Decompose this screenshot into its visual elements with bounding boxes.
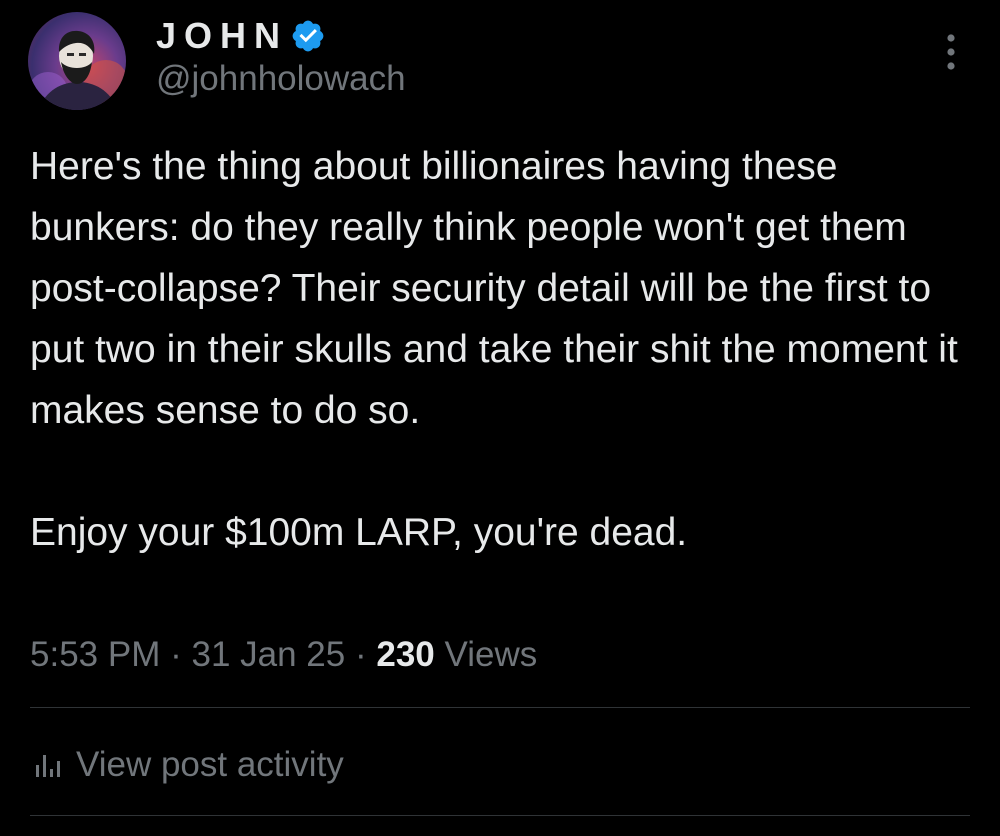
meta-separator: ·: [354, 635, 367, 674]
author-display-name[interactable]: JOHN: [156, 14, 288, 58]
post-paragraph: Enjoy your $100m LARP, you're dead.: [30, 511, 688, 554]
more-options-button[interactable]: [938, 30, 964, 74]
post-paragraph: Here's the thing about billionaires havi…: [30, 145, 958, 432]
more-vertical-icon: [947, 34, 955, 70]
view-post-activity-label[interactable]: View post activity: [76, 742, 344, 788]
post-date[interactable]: 31 Jan 25: [191, 635, 345, 674]
post-text: Here's the thing about billionaires havi…: [30, 136, 980, 563]
divider: [30, 815, 970, 816]
author-handle[interactable]: @johnholowach: [156, 56, 406, 102]
divider: [30, 707, 970, 708]
post-time[interactable]: 5:53 PM: [30, 635, 160, 674]
author-name-row[interactable]: JOHN: [156, 14, 326, 58]
avatar-portrait-image: [28, 12, 126, 110]
views-label: Views: [444, 635, 538, 674]
meta-separator: ·: [170, 635, 182, 674]
post-meta: 5:53 PM · 31 Jan 25 · 230 Views: [30, 632, 537, 678]
avatar[interactable]: [28, 12, 126, 110]
views-count: 230: [376, 635, 435, 674]
view-post-activity-button[interactable]: View post activity: [30, 742, 344, 788]
bar-chart-icon: [36, 755, 60, 777]
verified-badge-icon: [292, 20, 324, 52]
